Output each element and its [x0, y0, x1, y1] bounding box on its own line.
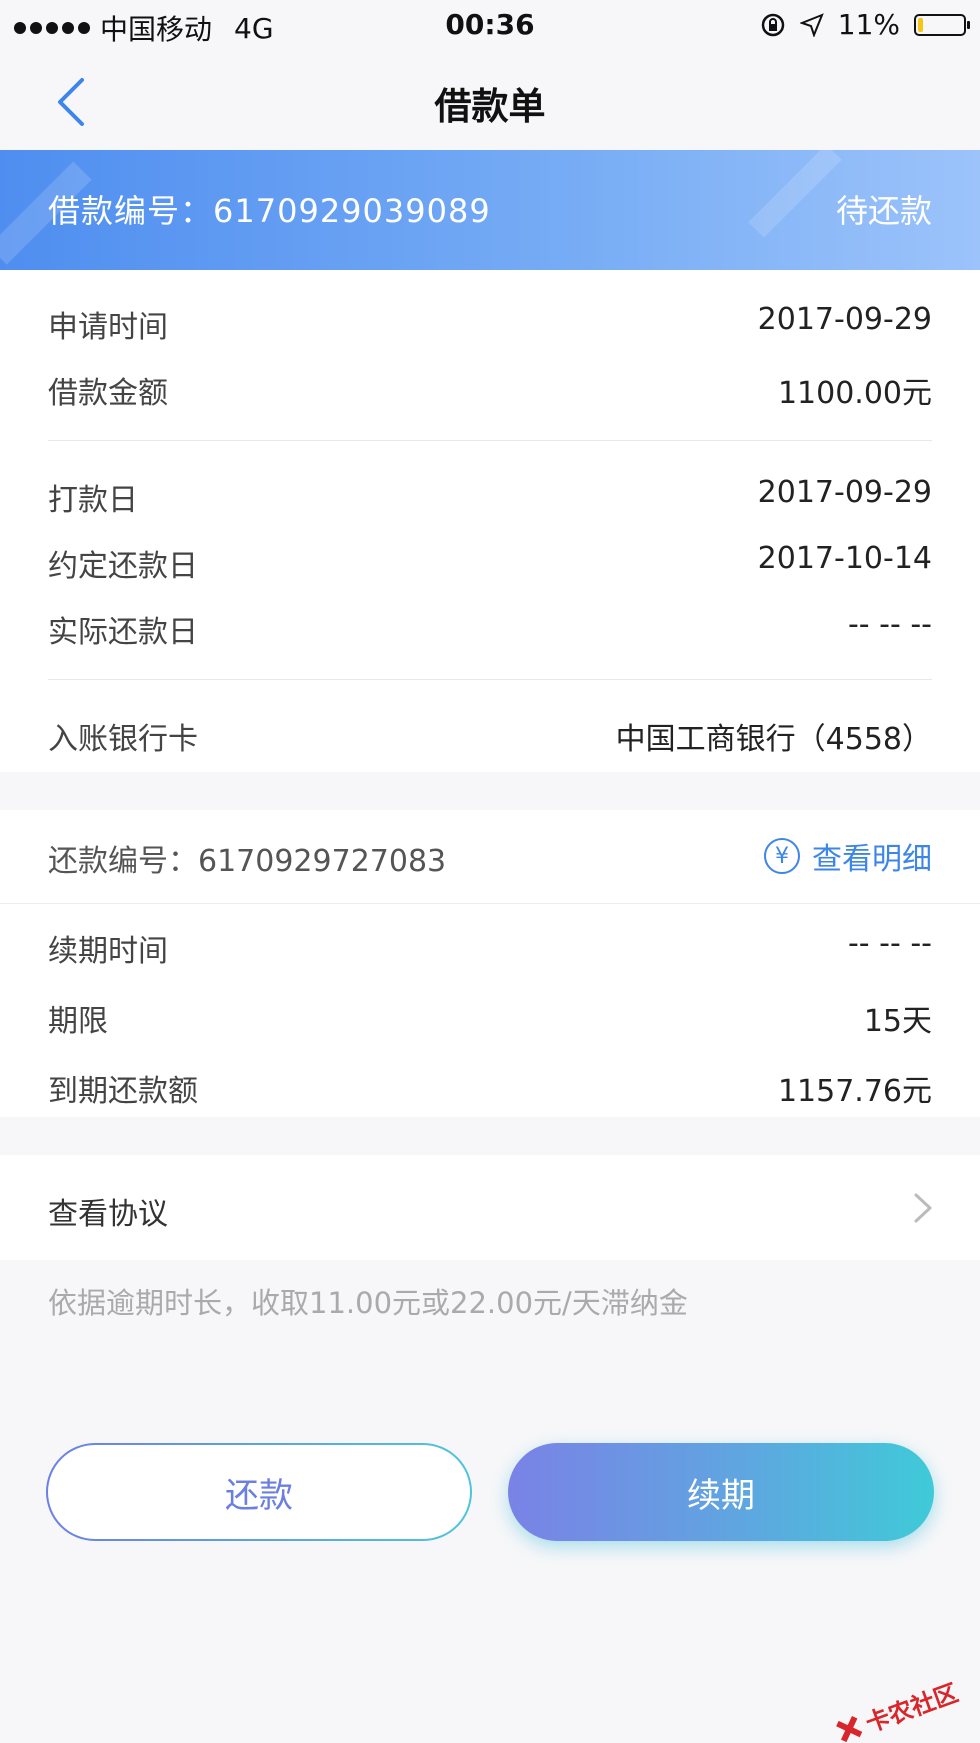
- loan-details-card: 申请时间 2017-09-29 借款金额 1100.00元 打款日 2017-0…: [0, 270, 980, 772]
- status-bar: 中国移动 4G 00:36 11%: [0, 0, 980, 50]
- amount-label: 借款金额: [48, 376, 168, 411]
- view-agreement-row[interactable]: 查看协议: [0, 1155, 980, 1260]
- view-details-label: 查看明细: [812, 842, 932, 877]
- actual-repay-date-label: 实际还款日: [48, 615, 198, 650]
- yen-icon: ¥: [764, 838, 800, 874]
- repayment-number-label: 还款编号：: [48, 844, 198, 879]
- chevron-right-icon: [914, 1193, 932, 1223]
- apply-time-label: 申请时间: [48, 310, 168, 345]
- bank-card-value: 中国工商银行（4558）: [615, 722, 932, 757]
- bank-card-label: 入账银行卡: [48, 722, 198, 757]
- pay-date-label: 打款日: [48, 483, 138, 518]
- divider: [48, 440, 932, 441]
- banner-decoration: [748, 150, 842, 238]
- due-date-label: 约定还款日: [48, 549, 198, 584]
- battery-fill: [918, 17, 923, 32]
- detail-row-due-date: 约定还款日 2017-10-14: [0, 527, 980, 593]
- loan-banner: 借款编号：6170929039089 待还款: [0, 150, 980, 270]
- repayment-rows: 续期时间 -- -- -- 期限 15天 到期还款额 1157.76元: [0, 904, 980, 1122]
- repayment-number-value: 6170929727083: [198, 844, 447, 879]
- loan-number-value: 6170929039089: [213, 192, 491, 230]
- pay-date-value: 2017-09-29: [757, 475, 932, 510]
- detail-row-due-amount: 到期还款额 1157.76元: [0, 1052, 980, 1122]
- watermark-logo-icon: [831, 1712, 864, 1743]
- view-agreement-label: 查看协议: [48, 1197, 168, 1232]
- renewal-time-label: 续期时间: [48, 934, 168, 969]
- status-right: 11%: [760, 8, 970, 41]
- detail-row-pay-date: 打款日 2017-09-29: [0, 461, 980, 527]
- page-title: 借款单: [434, 85, 546, 128]
- repayment-number: 还款编号：6170929727083: [48, 836, 446, 880]
- battery-icon: [914, 13, 970, 36]
- due-amount-label: 到期还款额: [48, 1074, 198, 1109]
- loan-status-badge: 待还款: [835, 192, 932, 230]
- renewal-time-value: -- -- --: [847, 926, 932, 961]
- detail-row-actual-repay-date: 实际还款日 -- -- --: [0, 593, 980, 659]
- detail-row-term: 期限 15天: [0, 982, 980, 1052]
- orientation-lock-icon: [761, 13, 785, 36]
- loan-number: 借款编号：6170929039089: [48, 186, 491, 232]
- actual-repay-date-value: -- -- --: [847, 607, 932, 642]
- term-label: 期限: [48, 1004, 108, 1039]
- loan-number-label: 借款编号：: [48, 192, 214, 230]
- repayment-header: 还款编号：6170929727083 ¥ 查看明细: [0, 810, 980, 904]
- late-fee-note: 依据逾期时长，收取11.00元或22.00元/天滞纳金: [48, 1286, 688, 1320]
- location-icon: [799, 12, 824, 37]
- watermark: 卡农社区: [830, 1673, 962, 1743]
- due-amount-value: 1157.76元: [777, 1074, 932, 1109]
- due-date-value: 2017-10-14: [757, 541, 932, 576]
- renew-button[interactable]: 续期: [508, 1443, 934, 1541]
- navigation-bar: 借款单: [0, 50, 980, 150]
- detail-row-renewal-time: 续期时间 -- -- --: [0, 912, 980, 982]
- watermark-text: 卡农社区: [861, 1678, 962, 1738]
- battery-percent: 11%: [837, 8, 900, 41]
- amount-value: 1100.00元: [777, 376, 932, 411]
- term-value: 15天: [863, 1004, 932, 1039]
- detail-row-amount: 借款金额 1100.00元: [0, 354, 980, 420]
- repay-button[interactable]: 还款: [46, 1443, 472, 1541]
- view-details-link[interactable]: ¥ 查看明细: [764, 834, 932, 878]
- apply-time-value: 2017-09-29: [757, 302, 932, 337]
- repayment-card: 还款编号：6170929727083 ¥ 查看明细 续期时间 -- -- -- …: [0, 810, 980, 1117]
- divider: [48, 679, 932, 680]
- detail-row-apply-time: 申请时间 2017-09-29: [0, 288, 980, 354]
- detail-row-bank-card: 入账银行卡 中国工商银行（4558）: [0, 700, 980, 766]
